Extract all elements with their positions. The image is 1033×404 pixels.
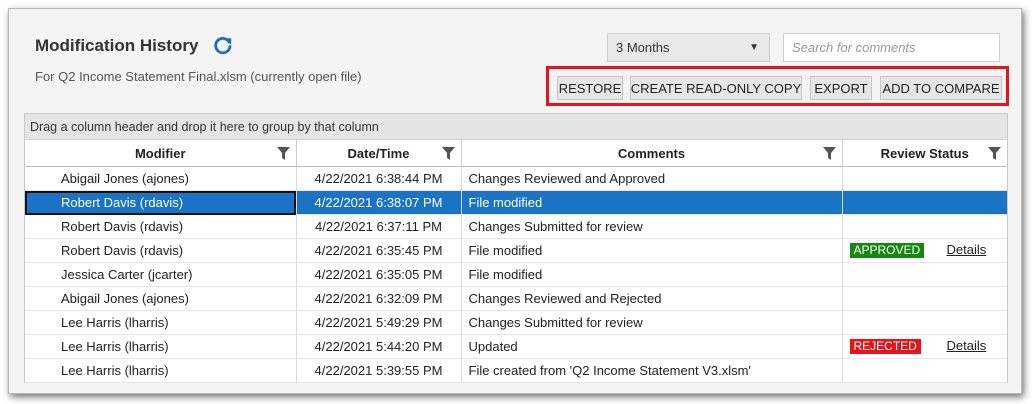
column-header-label: Modifier <box>134 145 186 161</box>
rejected-status-badge: REJECTED <box>849 339 921 354</box>
comment-cell: File modified <box>461 190 843 215</box>
modifier-cell: Lee Harris (lharris) <box>25 334 297 359</box>
modifier-cell: Jessica Carter (jcarter) <box>25 262 297 287</box>
modifier-cell: Lee Harris (lharris) <box>25 310 297 335</box>
page-title: Modification History <box>35 36 199 55</box>
column-header-datetime[interactable]: Date/Time <box>296 140 462 167</box>
filter-icon[interactable] <box>822 147 836 160</box>
refresh-icon[interactable] <box>212 35 234 57</box>
filter-icon[interactable] <box>276 147 290 160</box>
table-row[interactable]: Abigail Jones (ajones) 4/22/2021 6:32:09… <box>25 286 1007 311</box>
datetime-cell: 4/22/2021 5:49:29 PM <box>296 310 462 335</box>
restore-button[interactable]: RESTORE <box>557 76 623 100</box>
review-status-cell <box>842 166 1007 191</box>
dropdown-caret-icon: ▼ <box>749 42 759 53</box>
review-status-cell <box>842 190 1007 215</box>
table-row[interactable]: Lee Harris (lharris) 4/22/2021 5:39:55 P… <box>25 358 1007 383</box>
modifier-cell: Abigail Jones (ajones) <box>25 286 297 311</box>
header-row: Modifier Date/Time Comments Review Statu… <box>25 140 1007 167</box>
group-by-drop-area[interactable]: Drag a column header and drop it here to… <box>25 114 1007 140</box>
review-status-cell <box>842 358 1007 383</box>
comment-cell: File modified <box>461 262 843 287</box>
filter-icon[interactable] <box>988 147 1001 160</box>
details-link[interactable]: Details <box>947 242 987 257</box>
add-to-compare-button[interactable]: ADD TO COMPARE <box>880 76 1002 100</box>
review-status-cell <box>842 286 1007 311</box>
comment-cell: Updated <box>461 334 843 359</box>
modifier-cell: Robert Davis (rdavis) <box>25 238 297 263</box>
comment-cell: File created from 'Q2 Income Statement V… <box>461 358 843 383</box>
column-header-label: Comments <box>617 145 686 161</box>
modifier-cell: Robert Davis (rdavis) <box>25 190 297 215</box>
approved-status-badge: APPROVED <box>849 243 925 258</box>
period-select-value: 3 Months <box>616 40 670 55</box>
comment-cell: Changes Reviewed and Rejected <box>461 286 843 311</box>
review-status-cell <box>842 214 1007 239</box>
modifier-cell: Robert Davis (rdavis) <box>25 214 297 239</box>
review-status-cell: APPROVED Details <box>842 238 1007 263</box>
datetime-cell: 4/22/2021 6:38:44 PM <box>296 166 462 191</box>
table-row-selected[interactable]: Robert Davis (rdavis) 4/22/2021 6:38:07 … <box>25 190 1007 215</box>
search-comments-input[interactable] <box>783 33 1000 62</box>
modifier-cell: Lee Harris (lharris) <box>25 358 297 383</box>
datetime-cell: 4/22/2021 6:35:05 PM <box>296 262 462 287</box>
review-status-cell <box>842 310 1007 335</box>
datetime-cell: 4/22/2021 6:37:11 PM <box>296 214 462 239</box>
comment-cell: Changes Submitted for review <box>461 214 843 239</box>
column-header-label: Date/Time <box>347 145 410 161</box>
modification-history-panel: Modification History For Q2 Income State… <box>8 8 1022 394</box>
modifier-cell: Abigail Jones (ajones) <box>25 166 297 191</box>
table-row[interactable]: Lee Harris (lharris) 4/22/2021 5:49:29 P… <box>25 310 1007 335</box>
export-button[interactable]: EXPORT <box>810 76 872 100</box>
table-row[interactable]: Jessica Carter (jcarter) 4/22/2021 6:35:… <box>25 262 1007 287</box>
column-header-comments[interactable]: Comments <box>461 140 843 167</box>
table-row[interactable]: Robert Davis (rdavis) 4/22/2021 6:37:11 … <box>25 214 1007 239</box>
datetime-cell: 4/22/2021 5:39:55 PM <box>296 358 462 383</box>
table-row[interactable]: Robert Davis (rdavis) 4/22/2021 6:35:45 … <box>25 238 1007 263</box>
comment-cell: File modified <box>461 238 843 263</box>
details-link[interactable]: Details <box>947 338 987 353</box>
period-select[interactable]: 3 Months ▼ <box>607 33 770 62</box>
comment-cell: Changes Submitted for review <box>461 310 843 335</box>
datetime-cell: 4/22/2021 6:35:45 PM <box>296 238 462 263</box>
column-header-review-status[interactable]: Review Status <box>842 140 1007 167</box>
table-row[interactable]: Abigail Jones (ajones) 4/22/2021 6:38:44… <box>25 166 1007 191</box>
review-status-cell <box>842 262 1007 287</box>
datetime-cell: 4/22/2021 6:38:07 PM <box>296 190 462 215</box>
file-subtitle: For Q2 Income Statement Final.xlsm (curr… <box>35 69 362 84</box>
page-title-row: Modification History <box>35 35 234 57</box>
datetime-cell: 4/22/2021 6:32:09 PM <box>296 286 462 311</box>
action-button-group: RESTORE CREATE READ-ONLY COPY EXPORT ADD… <box>546 66 1009 106</box>
datetime-cell: 4/22/2021 5:44:20 PM <box>296 334 462 359</box>
comment-cell: Changes Reviewed and Approved <box>461 166 843 191</box>
column-header-label: Review Status <box>880 145 969 161</box>
column-header-modifier[interactable]: Modifier <box>25 140 297 167</box>
filter-icon[interactable] <box>441 147 455 160</box>
history-grid: Drag a column header and drop it here to… <box>24 113 1008 383</box>
review-status-cell: REJECTED Details <box>842 334 1007 359</box>
table-row[interactable]: Lee Harris (lharris) 4/22/2021 5:44:20 P… <box>25 334 1007 359</box>
create-read-only-copy-button[interactable]: CREATE READ-ONLY COPY <box>630 76 802 100</box>
history-table: Modifier Date/Time Comments Review Statu… <box>25 140 1007 383</box>
